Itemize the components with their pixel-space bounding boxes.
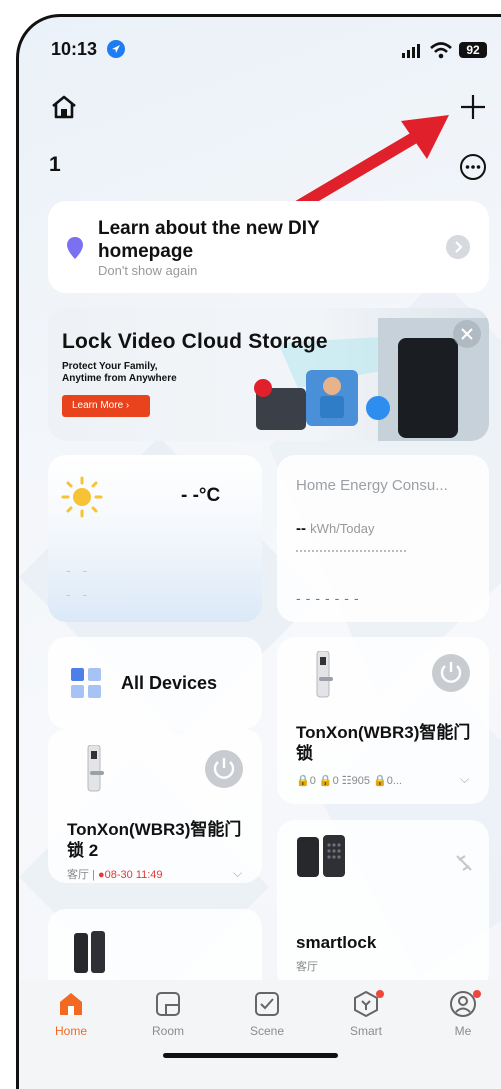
tab-home[interactable]: Home <box>41 990 101 1038</box>
signal-icon <box>402 44 420 58</box>
chevron-right-icon[interactable] <box>446 235 470 259</box>
smart-lock-icon <box>87 745 104 792</box>
clock: 10:13 <box>51 39 98 59</box>
device-room: 客厅 <box>296 961 318 973</box>
tab-room[interactable]: Room <box>138 990 198 1038</box>
wifi-icon <box>430 42 452 59</box>
power-icon[interactable] <box>205 750 243 788</box>
chevron-down-icon[interactable]: ⌵ <box>460 772 469 787</box>
power-icon[interactable] <box>432 654 470 692</box>
weather-placeholder-2: - - <box>66 586 92 602</box>
home-indicator <box>163 1053 338 1058</box>
grid-icon <box>71 668 101 698</box>
device-card[interactable]: TonXon(WBR3)智能门锁 2 客厅 | ●08-30 11:49 ⌵ <box>48 729 262 883</box>
chevron-down-icon[interactable]: ⌵ <box>233 866 242 881</box>
more-icon[interactable] <box>459 153 487 181</box>
energy-number: -- <box>296 520 306 537</box>
device-room: 客厅 <box>67 869 89 881</box>
home-tab-icon <box>60 993 82 1015</box>
banner-subtitle-line1: Protect Your Family, <box>62 361 158 372</box>
sun-icon <box>61 476 103 518</box>
location-icon <box>107 40 125 58</box>
tab-scene[interactable]: Scene <box>237 990 297 1038</box>
energy-placeholder: ------- <box>296 590 364 606</box>
banner-subtitle-line2: Anytime from Anywhere <box>62 373 177 384</box>
close-icon[interactable] <box>453 320 481 348</box>
tab-bar: Home Room Scene Smart Me <box>19 980 501 1089</box>
scene-icon <box>255 992 279 1016</box>
room-icon <box>156 992 180 1016</box>
all-devices-label: All Devices <box>121 673 218 693</box>
tab-label: Me <box>454 1024 472 1038</box>
battery-indicator: 92 <box>459 42 487 58</box>
energy-value: -- kWh/Today <box>296 520 374 537</box>
dont-show-again-link[interactable]: Don't show again <box>98 263 197 278</box>
learn-more-button[interactable]: Learn More › <box>62 395 150 417</box>
energy-title: Home Energy Consu... <box>296 477 448 494</box>
temperature: - -°C <box>181 485 221 506</box>
homepage-tip-card[interactable]: Learn about the new DIY homepage Don't s… <box>48 201 489 293</box>
weather-card[interactable]: - -°C - - - - <box>48 455 262 622</box>
tip-title: Learn about the new DIY homepage <box>98 218 320 262</box>
pin-icon <box>67 237 83 259</box>
home-icon[interactable] <box>50 94 78 120</box>
alert-time: ●08-30 11:49 <box>97 869 163 881</box>
keypad-lock-icon <box>74 931 105 973</box>
notification-dot <box>473 990 481 998</box>
tab-me[interactable]: Me <box>433 990 493 1038</box>
alert-time-value: 08-30 11:49 <box>104 869 163 881</box>
device-card[interactable]: TonXon(WBR3)智能门锁 🔒0 🔒0 ☷905 🔒0... ⌵ <box>277 637 489 804</box>
energy-card[interactable]: Home Energy Consu... -- kWh/Today ------… <box>277 455 489 622</box>
device-name: smartlock <box>296 933 377 952</box>
status-bar: 10:13 92 <box>19 17 501 77</box>
add-icon[interactable] <box>459 93 487 121</box>
offline-icon <box>456 855 472 871</box>
banner-subtitle: Protect Your Family, Anytime from Anywhe… <box>62 361 222 385</box>
tab-smart[interactable]: Smart <box>336 990 396 1038</box>
weather-placeholder-1: - - <box>66 562 92 578</box>
tab-label: Scene <box>249 1024 285 1038</box>
device-name: TonXon(WBR3)智能门锁 2 <box>67 820 242 860</box>
energy-divider <box>296 550 406 552</box>
device-status: 🔒0 🔒0 ☷905 🔒0... <box>296 775 402 787</box>
phone-screen: 10:13 92 1 Learn about the new DIY homep… <box>16 14 501 1089</box>
tab-label: Smart <box>349 1024 382 1038</box>
energy-unit: kWh/Today <box>310 521 375 536</box>
cloud-storage-banner[interactable]: Lock Video Cloud Storage Protect Your Fa… <box>48 308 489 441</box>
tab-label: Home <box>54 1024 87 1038</box>
device-status: 客厅 | ●08-30 11:49 <box>67 869 163 881</box>
smart-lock-icon <box>316 651 333 698</box>
banner-title: Lock Video Cloud Storage <box>62 330 328 353</box>
tab-label: Room <box>151 1024 184 1038</box>
all-devices-card[interactable]: All Devices <box>48 637 262 729</box>
device-card[interactable]: smartlock 客厅 <box>277 820 489 990</box>
device-name: TonXon(WBR3)智能门锁 <box>296 723 471 763</box>
home-name[interactable]: 1 <box>49 153 61 177</box>
notification-dot <box>376 990 384 998</box>
learn-more-label: Learn More <box>72 400 124 411</box>
keypad-lock-icon <box>297 835 345 877</box>
